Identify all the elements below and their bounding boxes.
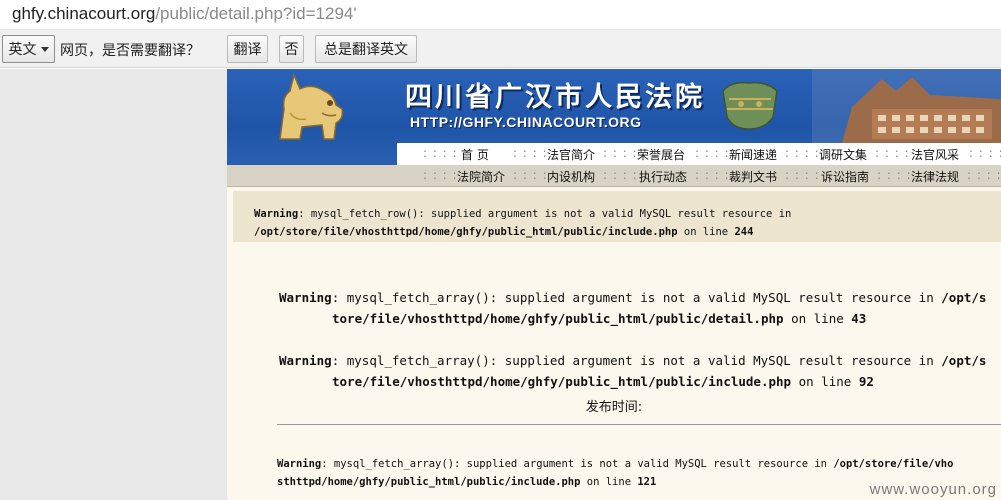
- warning-path: /opt/store/file/vhosthttpd/home/ghfy/pub…: [254, 226, 678, 238]
- nav-separator: : : : :: [695, 168, 730, 182]
- nav-separator: : : : :: [423, 168, 458, 182]
- nav-judges-style[interactable]: 法官风采: [911, 146, 959, 163]
- warning-path: sthttpd/home/ghfy/public_html/public/inc…: [277, 476, 581, 488]
- watermark: www.wooyun.org: [869, 481, 997, 498]
- site-title: 四川省广汉市人民法院: [405, 82, 705, 113]
- warning-2-line-2: tore/file/vhosthttpd/home/ghfy/public_ht…: [332, 311, 866, 326]
- nav-separator: : : : :: [603, 168, 638, 182]
- nav-research[interactable]: 调研文集: [819, 146, 867, 163]
- nav-separator: : : : :: [969, 146, 1001, 160]
- nav-enforcement[interactable]: 执行动态: [639, 168, 687, 185]
- nav-court-intro[interactable]: 法院简介: [457, 168, 505, 185]
- warning-message: : mysql_fetch_array(): supplied argument…: [331, 290, 942, 305]
- nav-separator: : : : :: [967, 168, 1001, 182]
- divider: [277, 424, 1001, 425]
- nav-judges-intro[interactable]: 法官简介: [547, 146, 595, 163]
- warning-path: tore/file/vhosthttpd/home/ghfy/public_ht…: [332, 374, 792, 389]
- warning-label: Warning: [279, 353, 332, 368]
- warning-path: /opt/s: [941, 353, 987, 368]
- warning-1-line-2: /opt/store/file/vhosthttpd/home/ghfy/pub…: [254, 226, 753, 238]
- nav-separator: : : : :: [513, 146, 548, 160]
- stone-beast-icon: [279, 72, 344, 140]
- warning-line-number: 244: [734, 226, 754, 238]
- nav-separator: : : : :: [423, 146, 458, 160]
- warning-line-number: 43: [851, 311, 867, 326]
- translate-bar: 英文 网页，是否需要翻译？ 翻译 否 总是翻译英文: [0, 30, 1001, 68]
- warning-message: : mysql_fetch_array(): supplied argument…: [331, 353, 942, 368]
- warning-2-line-1: Warning: mysql_fetch_array(): supplied a…: [279, 290, 986, 305]
- no-button[interactable]: 否: [279, 35, 304, 63]
- warning-on-line: on line: [677, 226, 735, 238]
- warning-on-line: on line: [791, 374, 859, 389]
- nav-separator: : : : :: [695, 146, 730, 160]
- nav-litigation-guide[interactable]: 诉讼指南: [821, 168, 869, 185]
- site-banner: 四川省广汉市人民法院 HTTP://GHFY.CHINACOURT.ORG : …: [227, 69, 1001, 165]
- warning-message: : mysql_fetch_array(): supplied argument…: [321, 458, 834, 470]
- court-building-icon: [812, 69, 1001, 143]
- warning-label: Warning: [279, 290, 332, 305]
- nav-row-1: : : : : 首 页 : : : : 法官简介 : : : : 荣誉展台 : …: [397, 143, 1001, 165]
- nav-news[interactable]: 新闻速递: [729, 146, 777, 163]
- always-translate-button[interactable]: 总是翻译英文: [315, 35, 417, 63]
- bronze-vessel-icon: [722, 81, 778, 130]
- url-path: /public/detail.php?id=1294': [155, 4, 357, 23]
- warning-path: /opt/s: [941, 290, 987, 305]
- language-label: 英文: [8, 42, 37, 58]
- warning-3-line-2: tore/file/vhosthttpd/home/ghfy/public_ht…: [332, 374, 874, 389]
- court-website: 四川省广汉市人民法院 HTTP://GHFY.CHINACOURT.ORG : …: [227, 69, 1001, 500]
- chevron-down-icon: [40, 46, 49, 52]
- nav-home[interactable]: 首 页: [461, 146, 489, 163]
- nav-laws[interactable]: 法律法规: [911, 168, 959, 185]
- warning-4-line-2: sthttpd/home/ghfy/public_html/public/inc…: [277, 476, 656, 488]
- warning-line-number: 92: [858, 374, 874, 389]
- language-dropdown[interactable]: 英文: [2, 35, 55, 63]
- page-left-margin: [0, 69, 227, 500]
- translate-question: 网页，是否需要翻译？: [60, 43, 200, 59]
- nav-separator: : : : :: [877, 168, 912, 182]
- nav-row-2: : : : : 法院简介 : : : : 内设机构 : : : : 执行动态 :…: [227, 165, 1001, 187]
- nav-separator: : : : :: [785, 146, 820, 160]
- nav-separator: : : : :: [875, 146, 910, 160]
- warning-label: Warning: [277, 458, 322, 470]
- publish-time-label: 发布时间:: [585, 400, 643, 415]
- nav-honors[interactable]: 荣誉展台: [637, 146, 685, 163]
- warning-path: tore/file/vhosthttpd/home/ghfy/public_ht…: [332, 311, 784, 326]
- site-url: HTTP://GHFY.CHINACOURT.ORG: [410, 114, 642, 130]
- url-host: ghfy.chinacourt.org: [12, 4, 156, 23]
- warning-on-line: on line: [580, 476, 638, 488]
- nav-separator: : : : :: [785, 168, 820, 182]
- url-text[interactable]: ghfy.chinacourt.org/public/detail.php?id…: [12, 4, 357, 24]
- warning-1-line-1: Warning: mysql_fetch_row(): supplied arg…: [254, 208, 791, 220]
- nav-separator: : : : :: [513, 168, 548, 182]
- warning-path: /opt/store/file/vho: [833, 458, 954, 470]
- nav-separator: : : : :: [603, 146, 638, 160]
- warning-3-line-1: Warning: mysql_fetch_array(): supplied a…: [279, 353, 986, 368]
- nav-judgments[interactable]: 裁判文书: [729, 168, 777, 185]
- warning-message: : mysql_fetch_row(): supplied argument i…: [298, 208, 792, 220]
- translate-button[interactable]: 翻译: [227, 35, 268, 63]
- warning-on-line: on line: [783, 311, 852, 326]
- warning-4-line-1: Warning: mysql_fetch_array(): supplied a…: [277, 458, 953, 470]
- address-bar[interactable]: ghfy.chinacourt.org/public/detail.php?id…: [0, 0, 1001, 30]
- warning-line-number: 121: [637, 476, 657, 488]
- warning-label: Warning: [254, 208, 299, 220]
- nav-departments[interactable]: 内设机构: [547, 168, 595, 185]
